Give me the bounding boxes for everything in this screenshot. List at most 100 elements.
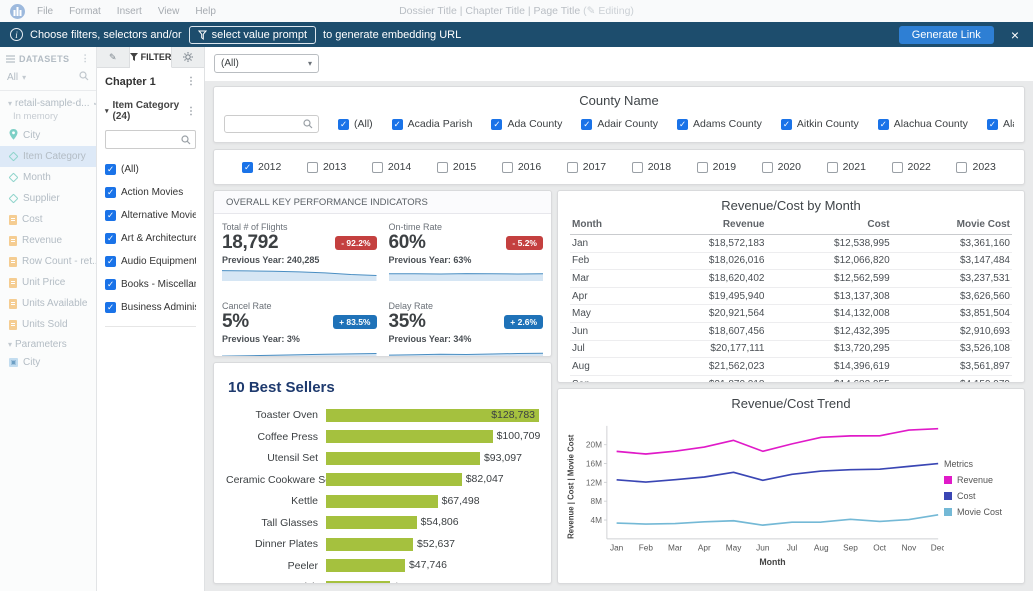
- checkbox[interactable]: ✓: [105, 279, 116, 290]
- close-icon[interactable]: ×: [1011, 28, 1019, 42]
- checkbox[interactable]: [762, 162, 773, 173]
- dataset-metric-units-available[interactable]: Units Available: [0, 293, 96, 314]
- year-option-2023[interactable]: 2023: [956, 161, 995, 173]
- filter-search-input[interactable]: [105, 130, 196, 149]
- county-option-ada-county[interactable]: ✓Ada County: [491, 118, 562, 130]
- dataset-attribute-supplier[interactable]: Supplier: [0, 188, 96, 209]
- checkbox[interactable]: [437, 162, 448, 173]
- expander-icon[interactable]: ▾: [8, 340, 12, 349]
- year-option-2018[interactable]: 2018: [632, 161, 671, 173]
- year-option-2013[interactable]: 2013: [307, 161, 346, 173]
- checkbox[interactable]: ✓: [392, 119, 403, 130]
- checkbox[interactable]: ✓: [677, 119, 688, 130]
- checkbox[interactable]: ✓: [105, 302, 116, 313]
- county-option-aitkin-county[interactable]: ✓Aitkin County: [781, 118, 859, 130]
- year-option-2014[interactable]: 2014: [372, 161, 411, 173]
- filter-item-audio-equipment[interactable]: ✓Audio Equipment: [105, 250, 196, 273]
- checkbox[interactable]: ✓: [878, 119, 889, 130]
- menu-format[interactable]: Format: [69, 6, 101, 17]
- table-row[interactable]: Apr$19,495,940$13,137,308$3,626,560: [570, 287, 1012, 305]
- bar[interactable]: [326, 430, 493, 443]
- checkbox[interactable]: ✓: [105, 233, 116, 244]
- checkbox[interactable]: ✓: [105, 256, 116, 267]
- dataset-attribute-item-category[interactable]: Item Category: [0, 146, 96, 167]
- dataset-attribute-city[interactable]: City: [0, 125, 96, 146]
- year-option-2012[interactable]: ✓2012: [242, 161, 281, 173]
- chapter-menu-icon[interactable]: ⋮: [186, 76, 196, 88]
- filter-group-heading[interactable]: ▾ Item Category (24) ⋮: [105, 100, 196, 122]
- select-value-prompt-button[interactable]: select value prompt: [189, 26, 316, 44]
- bar[interactable]: [326, 495, 438, 508]
- year-option-2021[interactable]: 2021: [827, 161, 866, 173]
- dataset-metric-row-count-ret[interactable]: Row Count - ret...: [0, 251, 96, 272]
- year-option-2016[interactable]: 2016: [502, 161, 541, 173]
- checkbox[interactable]: [502, 162, 513, 173]
- table-row[interactable]: Jul$20,177,111$13,720,295$3,526,108: [570, 340, 1012, 358]
- datasets-menu-icon[interactable]: ⋮: [81, 53, 90, 64]
- datasets-search-icon[interactable]: [79, 71, 89, 84]
- county-search-input[interactable]: [224, 115, 319, 133]
- checkbox[interactable]: [697, 162, 708, 173]
- generate-link-button[interactable]: Generate Link: [899, 26, 994, 44]
- bar[interactable]: [326, 452, 480, 465]
- checkbox[interactable]: [956, 162, 967, 173]
- year-option-2017[interactable]: 2017: [567, 161, 606, 173]
- checkbox[interactable]: ✓: [491, 119, 502, 130]
- checkbox[interactable]: [892, 162, 903, 173]
- checkbox[interactable]: ✓: [338, 119, 349, 130]
- table-row[interactable]: Mar$18,620,402$12,562,599$3,237,531: [570, 270, 1012, 288]
- trend-series-revenue[interactable]: [617, 429, 939, 454]
- year-option-2020[interactable]: 2020: [762, 161, 801, 173]
- filter-item-all[interactable]: ✓(All): [105, 158, 196, 181]
- county-option-acadia-parish[interactable]: ✓Acadia Parish: [392, 118, 473, 130]
- table-row[interactable]: Feb$18,026,016$12,066,820$3,147,484: [570, 252, 1012, 270]
- checkbox[interactable]: ✓: [987, 119, 998, 130]
- table-row[interactable]: Sep$21,870,018$14,682,955$4,159,979: [570, 375, 1012, 383]
- expander-icon[interactable]: ▾: [105, 107, 109, 115]
- year-option-2022[interactable]: 2022: [892, 161, 931, 173]
- legend-item-cost[interactable]: Cost: [944, 491, 1018, 501]
- dataset-parameter-city[interactable]: ▣City: [0, 352, 96, 373]
- legend-item-movie-cost[interactable]: Movie Cost: [944, 507, 1018, 517]
- filter-group-menu-icon[interactable]: ⋮: [186, 106, 196, 117]
- tab-edit[interactable]: ✎: [97, 47, 130, 67]
- bar[interactable]: [326, 538, 413, 551]
- dataset-root[interactable]: ▾ retail-sample-d... ✓ ⋮: [0, 96, 96, 111]
- expander-icon[interactable]: ▾: [8, 99, 12, 108]
- menu-insert[interactable]: Insert: [117, 6, 142, 17]
- year-option-2019[interactable]: 2019: [697, 161, 736, 173]
- checkbox[interactable]: ✓: [105, 164, 116, 175]
- bar[interactable]: [326, 559, 405, 572]
- dataset-metric-cost[interactable]: Cost: [0, 209, 96, 230]
- menu-help[interactable]: Help: [195, 6, 216, 17]
- tab-settings[interactable]: [172, 47, 204, 67]
- bar[interactable]: [326, 581, 390, 585]
- checkbox[interactable]: ✓: [581, 119, 592, 130]
- county-option-all[interactable]: ✓(All): [338, 118, 373, 130]
- table-row[interactable]: May$20,921,564$14,132,008$3,851,504: [570, 305, 1012, 323]
- county-option-alachua-county[interactable]: ✓Alachua County: [878, 118, 968, 130]
- checkbox[interactable]: [567, 162, 578, 173]
- dataset-metric-unit-price[interactable]: Unit Price: [0, 272, 96, 293]
- datasets-scope-select[interactable]: All: [7, 72, 18, 83]
- county-option-adair-county[interactable]: ✓Adair County: [581, 118, 658, 130]
- trend-series-cost[interactable]: [617, 464, 939, 483]
- filter-item-action-movies[interactable]: ✓Action Movies: [105, 181, 196, 204]
- county-option-alamance-county[interactable]: ✓Alamance County: [987, 118, 1014, 130]
- bar[interactable]: [326, 516, 417, 529]
- table-row[interactable]: Jan$18,572,183$12,538,995$3,361,160: [570, 235, 1012, 253]
- menu-view[interactable]: View: [158, 6, 180, 17]
- checkbox[interactable]: [827, 162, 838, 173]
- trend-series-movie-cost[interactable]: [617, 515, 939, 525]
- checkbox[interactable]: [632, 162, 643, 173]
- checkbox[interactable]: [307, 162, 318, 173]
- dataset-attribute-month[interactable]: Month: [0, 167, 96, 188]
- table-row[interactable]: Jun$18,607,456$12,432,395$2,910,693: [570, 322, 1012, 340]
- year-option-2015[interactable]: 2015: [437, 161, 476, 173]
- table-row[interactable]: Aug$21,562,023$14,396,619$3,561,897: [570, 358, 1012, 376]
- legend-item-revenue[interactable]: Revenue: [944, 475, 1018, 485]
- tab-filter[interactable]: FILTER: [130, 47, 173, 68]
- dataset-metric-revenue[interactable]: Revenue: [0, 230, 96, 251]
- filter-item-alternative-movies[interactable]: ✓Alternative Movies: [105, 204, 196, 227]
- checkbox[interactable]: ✓: [242, 162, 253, 173]
